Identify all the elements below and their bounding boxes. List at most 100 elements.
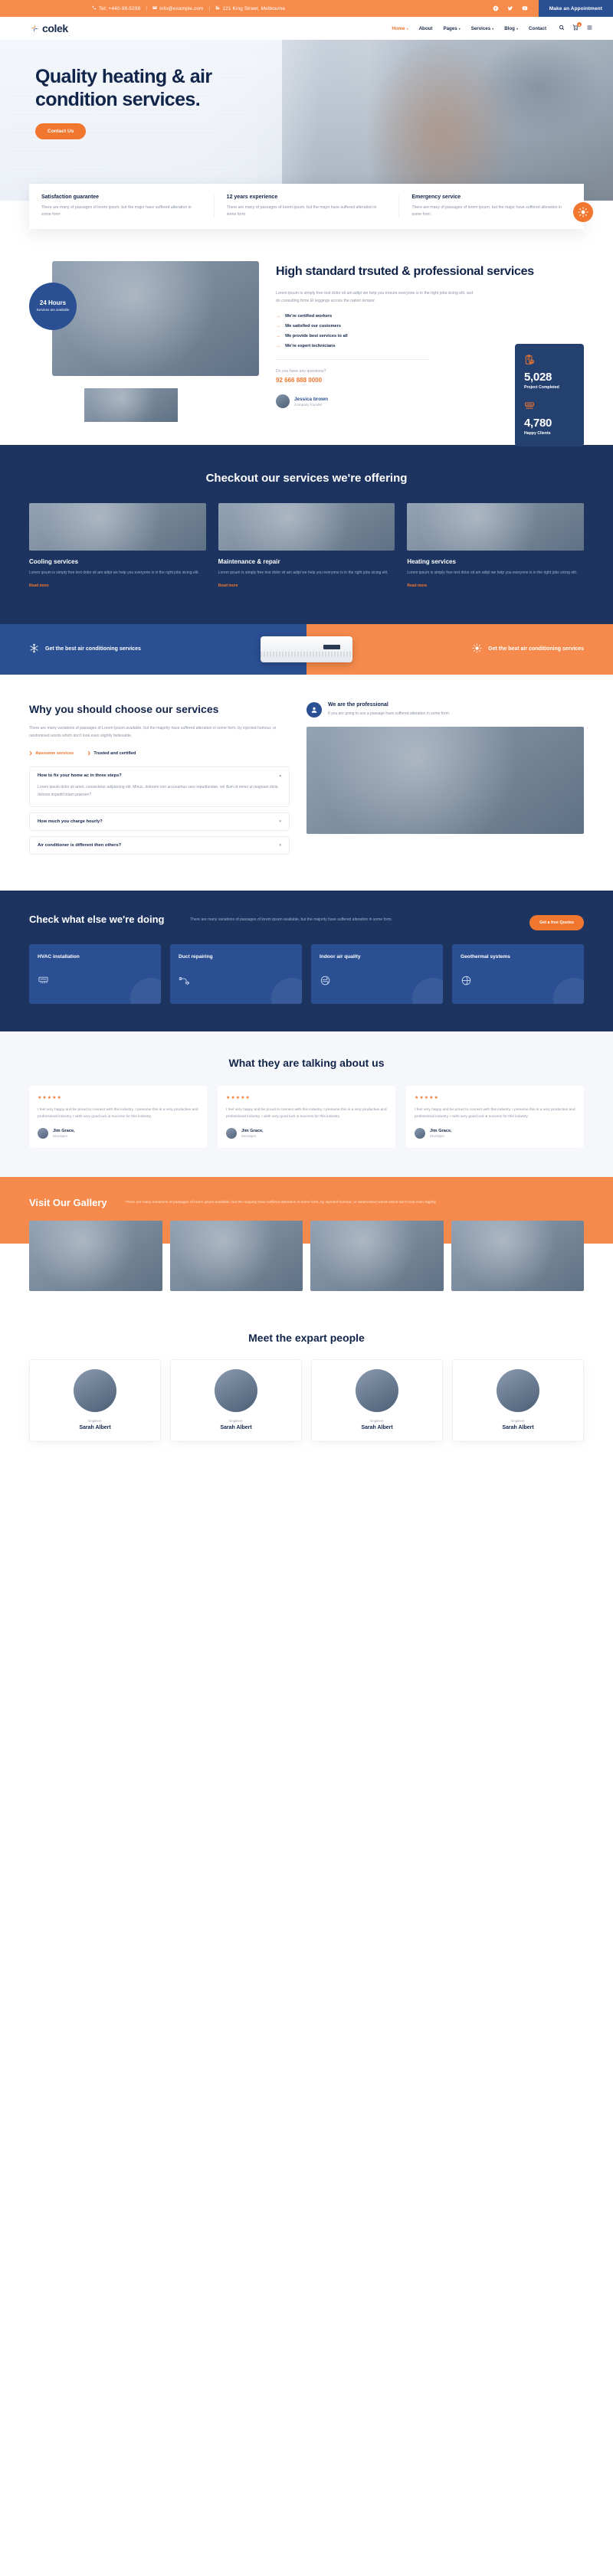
geothermal-icon (461, 976, 472, 989)
arrow-right-icon: → (276, 334, 280, 339)
ac-unit-icon (524, 400, 575, 414)
nav-item-contact[interactable]: Contact (529, 26, 546, 31)
twitter-icon[interactable] (507, 5, 513, 11)
hamburger-icon[interactable] (586, 25, 593, 32)
testimonial-author: Jim Grace, Developer (415, 1128, 575, 1139)
about-main-image (52, 261, 259, 377)
brand-logo[interactable]: colek (29, 22, 68, 34)
gallery-image[interactable] (29, 1221, 162, 1292)
cwe-card[interactable]: HVAC installation (29, 944, 161, 1005)
feature-title: 12 years experience (226, 195, 278, 200)
split-left-content: Get the best air conditioning services (29, 643, 152, 655)
accordion-header[interactable]: Air conditioner is different then others… (30, 837, 289, 854)
cart-icon[interactable]: 0 (572, 22, 582, 32)
team-member-card[interactable]: Engineer Sarah Albert (311, 1358, 443, 1442)
feature-title: Satisfaction guarantee (41, 195, 100, 200)
about-section: 24 Hours Services are available High sta… (0, 229, 613, 447)
service-title: Heating services (407, 557, 456, 565)
member-role: Engineer (370, 1418, 384, 1423)
tab-trusted-certified[interactable]: ❯ Trusted and certified (87, 751, 136, 756)
questions-phone[interactable]: 92 666 888 0000 (276, 377, 429, 384)
hero-section: Quality heating & air condition services… (0, 40, 613, 201)
split-content: Get the best air conditioning services G… (0, 624, 613, 675)
gallery-header: Visit Our Gallery There are many variati… (0, 1177, 613, 1209)
service-card[interactable]: Heating services Lorem ipsum is simply f… (407, 502, 585, 590)
testimonial-card: ★★★★★ I feel very happy and be proud to … (218, 1085, 395, 1149)
testimonials-grid: ★★★★★ I feel very happy and be proud to … (29, 1085, 584, 1149)
email-text: info@example.com (159, 5, 204, 11)
nav-label: Contact (528, 25, 546, 31)
star-rating-icon: ★★★★★ (226, 1095, 251, 1100)
gallery-paragraph: There are many variations of passages of… (125, 1201, 437, 1205)
accordion-header[interactable]: How to fix your home ac in three steps? … (30, 767, 289, 784)
author-role: Developer (430, 1134, 445, 1139)
professional-title: We are the professional (328, 702, 388, 708)
accordion-header[interactable]: How much you charge hourly? ▾ (30, 813, 289, 830)
nav-label: Home (392, 25, 405, 31)
check-label: We're certified workers (285, 314, 333, 319)
24-hours-badge: 24 Hours Services are available (29, 283, 77, 331)
clipboard-icon (524, 355, 575, 368)
phone-info[interactable]: Tel: +440-98-5298 (92, 5, 140, 11)
professional-block: We are the professional If you are going… (306, 702, 584, 718)
nav-item-blog[interactable]: Blog ▾ (504, 26, 518, 31)
service-read-more-link[interactable]: Read more (218, 584, 238, 588)
service-card[interactable]: Maintenance & repair Lorem ipsum is simp… (218, 502, 395, 590)
nav-item-pages[interactable]: Pages ▾ (443, 26, 460, 31)
cwe-card[interactable]: Indoor air quality (311, 944, 443, 1005)
gallery-image[interactable] (451, 1221, 584, 1292)
nav-item-about[interactable]: About (419, 26, 433, 31)
nav-label: About (418, 25, 433, 31)
check-what-else-section: Check what else we're doing There are ma… (0, 891, 613, 1032)
team-member-card[interactable]: Engineer Sarah Albert (170, 1358, 302, 1442)
accordion-item[interactable]: Air conditioner is different then others… (29, 836, 290, 855)
search-icon[interactable] (559, 25, 565, 32)
service-card[interactable]: Cooling services Lorem ipsum is simply f… (29, 502, 206, 590)
main-navbar: colek Home ▾ About Pages ▾ Services ▾ Bl… (0, 17, 613, 40)
cwe-heading: Check what else we're doing (29, 914, 165, 926)
email-info[interactable]: info@example.com (152, 5, 203, 11)
make-appointment-button[interactable]: Make an Appointment (538, 0, 613, 17)
tab-awesome-services[interactable]: ❯ Awesome services (29, 751, 74, 756)
service-read-more-link[interactable]: Read more (407, 584, 427, 588)
why-paragraph: There are many variations of passages of… (29, 726, 277, 739)
cwe-card[interactable]: Duct repairing (170, 944, 302, 1005)
check-item: → We satisfied our customers (276, 324, 584, 329)
professional-text: If you are going to use a passage have s… (328, 711, 451, 717)
ac-unit-illustration (261, 636, 352, 663)
founder-name: Jessica brown (294, 396, 329, 402)
cwe-card[interactable]: Geothermal systems (452, 944, 584, 1005)
team-member-card[interactable]: Engineer Sarah Albert (29, 1358, 161, 1442)
questions-block: Do you have any questions? 92 666 888 00… (276, 359, 429, 384)
youtube-icon[interactable] (522, 5, 528, 11)
arrow-right-icon: → (276, 314, 280, 319)
address-text: 121 King Street, Melbourne (222, 5, 286, 11)
accordion-item[interactable]: How to fix your home ac in three steps? … (29, 767, 290, 808)
nav-item-home[interactable]: Home ▾ (392, 26, 408, 31)
accordion-item[interactable]: How much you charge hourly? ▾ (29, 812, 290, 832)
avatar (74, 1368, 116, 1412)
hero-content: Quality heating & air condition services… (0, 40, 613, 139)
hero-contact-button[interactable]: Contact Us (35, 123, 87, 139)
founder-role: Company founder (294, 402, 323, 407)
mail-icon (152, 5, 157, 11)
nav-item-services[interactable]: Services ▾ (471, 26, 493, 31)
get-free-quotes-button[interactable]: Get a free Quotes (529, 915, 584, 931)
team-member-card[interactable]: Engineer Sarah Albert (452, 1358, 584, 1442)
gallery-image[interactable] (169, 1221, 303, 1292)
member-name: Sarah Albert (502, 1424, 534, 1430)
feature-text: There are many of passages of lorem ipsu… (411, 205, 562, 217)
avatar (38, 1128, 48, 1139)
service-read-more-link[interactable]: Read more (29, 584, 49, 588)
sun-icon (573, 202, 593, 222)
arrow-right-icon: → (276, 324, 280, 329)
star-rating-icon: ★★★★★ (38, 1095, 62, 1100)
facebook-icon[interactable] (493, 5, 499, 11)
cwe-card-title: Duct repairing (179, 954, 213, 960)
gallery-image[interactable] (310, 1221, 444, 1292)
stat-value: 5,028 (524, 371, 552, 384)
service-title: Cooling services (29, 557, 79, 565)
testimonial-card: ★★★★★ I feel very happy and be proud to … (406, 1085, 584, 1149)
testimonials-section: What they are talking about us ★★★★★ I f… (0, 1031, 613, 1178)
accordion-question: How to fix your home ac in three steps? (38, 773, 122, 779)
